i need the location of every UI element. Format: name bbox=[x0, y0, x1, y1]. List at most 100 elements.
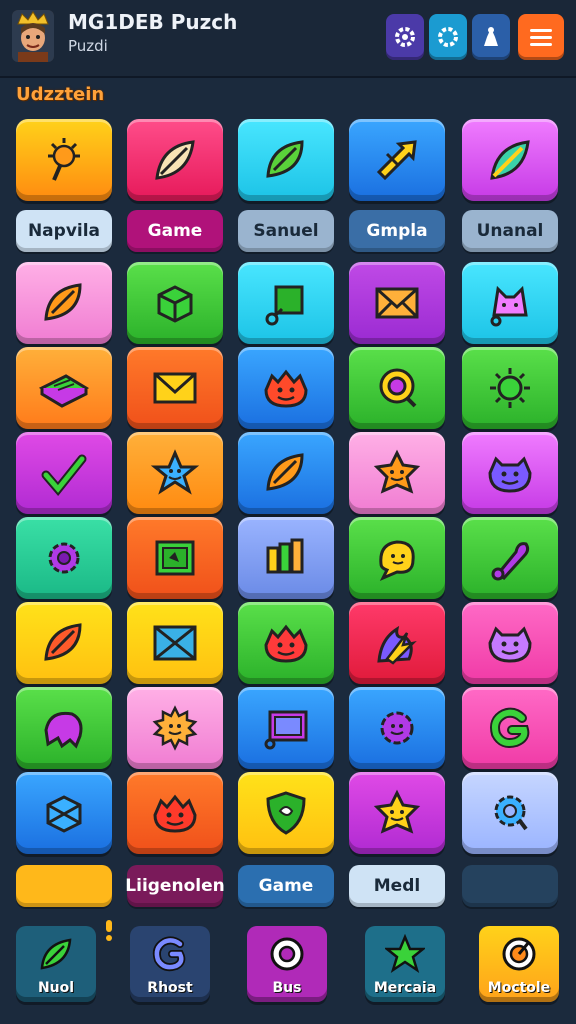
puzzle-tile[interactable] bbox=[16, 772, 112, 854]
puzzle-tile[interactable] bbox=[349, 347, 445, 429]
star-icon bbox=[373, 449, 421, 494]
monster-icon bbox=[264, 369, 308, 408]
category-pill[interactable]: Game bbox=[127, 210, 223, 252]
cube-icon bbox=[46, 795, 82, 833]
pill-label: Gmpla bbox=[366, 221, 428, 241]
books-icon bbox=[266, 538, 304, 574]
cat-icon bbox=[490, 285, 528, 327]
category-pill[interactable] bbox=[462, 865, 558, 907]
alert-indicator-icon bbox=[106, 920, 112, 941]
spiral-icon bbox=[490, 707, 530, 748]
panel-icon bbox=[264, 710, 308, 750]
puzzle-tile[interactable] bbox=[238, 517, 334, 599]
puzzle-tile[interactable] bbox=[16, 347, 112, 429]
options-button[interactable] bbox=[429, 14, 467, 60]
avatar[interactable] bbox=[12, 10, 54, 62]
gear-icon bbox=[494, 795, 528, 831]
envelope-icon bbox=[153, 372, 197, 404]
puzzle-tile[interactable] bbox=[238, 687, 334, 769]
nav-button-bus[interactable]: Bus bbox=[247, 926, 327, 1002]
puzzle-tile[interactable] bbox=[127, 262, 223, 344]
puzzle-tile[interactable] bbox=[462, 602, 558, 684]
monster-icon bbox=[488, 626, 532, 663]
arrow-icon bbox=[376, 140, 417, 181]
puzzle-tile[interactable] bbox=[462, 262, 558, 344]
pill-label: Game bbox=[147, 221, 203, 241]
puzzle-tile[interactable] bbox=[349, 119, 445, 201]
category-pill[interactable]: Unanal bbox=[462, 210, 558, 252]
category-pill[interactable]: Sanuel bbox=[238, 210, 334, 252]
category-pill[interactable] bbox=[16, 865, 112, 907]
puzzle-tile[interactable] bbox=[16, 119, 112, 201]
profile-button[interactable] bbox=[472, 14, 510, 60]
category-pill[interactable]: Napvila bbox=[16, 210, 112, 252]
gear-icon bbox=[438, 27, 458, 47]
puzzle-tile[interactable] bbox=[238, 772, 334, 854]
category-pill[interactable]: Liigenolen bbox=[125, 865, 225, 907]
pill-label: Medl bbox=[373, 876, 421, 896]
puzzle-tile[interactable] bbox=[238, 432, 334, 514]
puzzle-tile[interactable] bbox=[127, 517, 223, 599]
puzzle-tile[interactable] bbox=[238, 119, 334, 201]
category-pill[interactable]: Game bbox=[238, 865, 334, 907]
puzzle-tile[interactable] bbox=[16, 432, 112, 514]
puzzle-tile[interactable] bbox=[127, 602, 223, 684]
star-icon bbox=[150, 449, 200, 495]
envelope-icon bbox=[375, 287, 419, 319]
puzzle-tile[interactable] bbox=[462, 517, 558, 599]
puzzle-tile[interactable] bbox=[127, 347, 223, 429]
square-icon bbox=[265, 285, 304, 326]
panel-icon bbox=[155, 540, 195, 576]
puzzle-tile[interactable] bbox=[349, 517, 445, 599]
puzzle-tile[interactable] bbox=[462, 432, 558, 514]
puzzle-tile[interactable] bbox=[462, 347, 558, 429]
nav-label: Rhost bbox=[147, 980, 193, 996]
nav-button-moctole[interactable]: Moctole bbox=[479, 926, 559, 1002]
puzzle-tile[interactable] bbox=[462, 119, 558, 201]
leaf-icon bbox=[266, 453, 304, 491]
menu-icon bbox=[530, 29, 552, 46]
puzzle-tile[interactable] bbox=[127, 772, 223, 854]
nav-button-rhost[interactable]: Rhost bbox=[130, 926, 210, 1002]
category-pill[interactable]: Medl bbox=[349, 865, 445, 907]
puzzle-tile[interactable] bbox=[349, 602, 445, 684]
puzzle-tile[interactable] bbox=[127, 687, 223, 769]
nav-label: Nuol bbox=[37, 980, 75, 996]
pill-label: Liigenolen bbox=[125, 876, 225, 896]
puzzle-tile[interactable] bbox=[349, 687, 445, 769]
puzzle-tile[interactable] bbox=[16, 602, 112, 684]
puzzle-tile[interactable] bbox=[349, 432, 445, 514]
puzzle-tile[interactable] bbox=[16, 517, 112, 599]
puzzle-tile[interactable] bbox=[349, 262, 445, 344]
figure-icon bbox=[484, 27, 498, 46]
puzzle-tile[interactable] bbox=[127, 432, 223, 514]
nav-button-nuol[interactable]: Nuol bbox=[16, 926, 96, 1002]
category-pill[interactable]: Gmpla bbox=[349, 210, 445, 252]
puzzle-tile[interactable] bbox=[16, 262, 112, 344]
puzzle-tile[interactable] bbox=[238, 262, 334, 344]
puzzle-tile[interactable] bbox=[16, 687, 112, 769]
puzzle-tile[interactable] bbox=[349, 772, 445, 854]
nav-button-mercaia[interactable]: Mercaia bbox=[365, 926, 445, 1002]
puzzle-tile[interactable] bbox=[238, 602, 334, 684]
puzzle-tile[interactable] bbox=[462, 772, 558, 854]
nav-label: Moctole bbox=[487, 980, 551, 996]
nav-label: Bus bbox=[272, 980, 302, 996]
monster-icon bbox=[153, 794, 197, 833]
nav-label: Mercaia bbox=[373, 980, 437, 996]
puzzle-tile[interactable] bbox=[127, 119, 223, 201]
puzzle-tile[interactable] bbox=[238, 347, 334, 429]
section-label: Udzztein bbox=[16, 84, 105, 105]
target-icon bbox=[502, 937, 536, 971]
leaf-icon bbox=[44, 623, 82, 661]
menu-button[interactable] bbox=[518, 14, 564, 60]
check-icon bbox=[41, 454, 87, 497]
pill-label: Game bbox=[258, 876, 314, 896]
monster-icon bbox=[264, 624, 308, 663]
puzzle-tile[interactable] bbox=[462, 687, 558, 769]
sun-icon bbox=[490, 368, 530, 408]
book-icon bbox=[38, 374, 90, 408]
leaf-icon bbox=[266, 140, 304, 178]
ring-icon bbox=[379, 368, 417, 408]
settings-button[interactable] bbox=[386, 14, 424, 60]
